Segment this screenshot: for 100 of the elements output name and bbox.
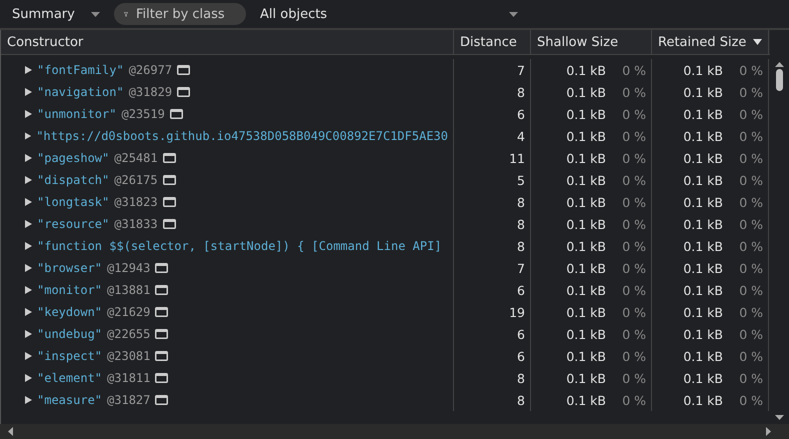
percent-cell-text: 0 % xyxy=(738,304,763,320)
expand-arrow-icon[interactable] xyxy=(25,88,32,96)
percent-cell-text: 0 % xyxy=(738,106,763,122)
column-header[interactable]: Shallow Size xyxy=(531,30,652,54)
size-cell: 0.1 kB xyxy=(683,370,723,386)
size-cell: 0.1 kB xyxy=(683,282,723,298)
percent-cell-text: 0 % xyxy=(738,194,763,210)
distance-cell: 11 xyxy=(509,150,525,166)
scroll-right-icon[interactable] xyxy=(766,427,771,436)
column-header[interactable]: Constructor xyxy=(1,30,454,54)
size-cell: 0.1 kB xyxy=(683,150,723,166)
window-icon xyxy=(170,109,183,119)
size-cell: 0.1 kB xyxy=(566,172,606,188)
object-id: @31827 xyxy=(107,393,150,407)
column-header[interactable]: Distance xyxy=(454,30,531,54)
percent-cell-text: 0 % xyxy=(738,172,763,188)
size-cell: 0.1 kB xyxy=(566,194,606,210)
expand-arrow-icon[interactable] xyxy=(25,374,32,382)
window-icon xyxy=(155,351,168,361)
percent-cell-text: 0 % xyxy=(738,370,763,386)
percent-cell-text: 0 % xyxy=(738,150,763,166)
distance-cell: 8 xyxy=(517,392,525,408)
expand-arrow-icon[interactable] xyxy=(25,110,32,118)
percent-cell-text: 0 % xyxy=(738,62,763,78)
size-cell: 0.1 kB xyxy=(566,238,606,254)
size-cell: 0.1 kB xyxy=(566,348,606,364)
distance-cell: 8 xyxy=(517,238,525,254)
horizontal-scrollbar[interactable] xyxy=(0,424,789,439)
expand-arrow-icon[interactable] xyxy=(25,154,32,162)
size-cell: 0.1 kB xyxy=(566,326,606,342)
caret-icon xyxy=(91,12,100,16)
scroll-up-icon[interactable] xyxy=(775,62,784,67)
window-icon xyxy=(162,175,176,185)
object-id: @23519 xyxy=(121,107,165,121)
view-dropdown[interactable]: Summary xyxy=(4,2,108,26)
size-cell: 0.1 kB xyxy=(683,260,723,276)
size-cell: 0.1 kB xyxy=(566,62,606,78)
percent-cell-text: 0 % xyxy=(621,326,646,342)
object-id: @23081 xyxy=(107,349,150,363)
expand-arrow-icon[interactable] xyxy=(25,396,32,404)
scroll-left-icon[interactable] xyxy=(8,427,13,436)
expand-arrow-icon[interactable] xyxy=(25,176,32,184)
column-header[interactable]: Retained Size xyxy=(652,30,769,54)
expand-arrow-icon[interactable] xyxy=(25,264,32,272)
percent-cell-text: 0 % xyxy=(621,194,646,210)
object-id: @13881 xyxy=(107,283,150,297)
percent-cell-text: 0 % xyxy=(621,128,646,144)
scroll-thumb[interactable] xyxy=(776,69,783,91)
percent-cell-text: 0 % xyxy=(738,128,763,144)
percent-cell-text: 0 % xyxy=(738,326,763,342)
window-icon xyxy=(155,329,168,339)
expand-arrow-icon[interactable] xyxy=(25,132,32,140)
expand-arrow-icon[interactable] xyxy=(25,308,32,316)
constructor-name: "longtask" xyxy=(37,195,110,209)
size-cell: 0.1 kB xyxy=(683,106,723,122)
constructor-name: "pageshow" xyxy=(37,151,110,165)
expand-arrow-icon[interactable] xyxy=(25,330,32,338)
size-cell: 0.1 kB xyxy=(566,304,606,320)
scroll-down-icon[interactable] xyxy=(775,415,784,420)
sort-icon xyxy=(753,39,762,45)
object-id: @31823 xyxy=(114,195,158,209)
size-cell: 0.1 kB xyxy=(566,84,606,100)
percent-cell-text: 0 % xyxy=(621,238,646,254)
filter-field[interactable]: Filter by class xyxy=(114,3,246,25)
constructor-name: "measure" xyxy=(37,393,102,407)
percent-cell-text: 0 % xyxy=(621,172,646,188)
window-icon xyxy=(155,373,168,383)
expand-arrow-icon[interactable] xyxy=(25,286,32,294)
distance-cell: 7 xyxy=(517,62,525,78)
object-id: @26977 xyxy=(128,63,172,77)
percent-cell-text: 0 % xyxy=(738,282,763,298)
scope-dropdown[interactable]: All objects xyxy=(252,2,522,26)
size-cell: 0.1 kB xyxy=(566,370,606,386)
constructor-name: "function $$(selector, [startNode]) { [Command Line API] xyxy=(37,239,442,253)
constructor-name: "monitor" xyxy=(37,283,102,297)
constructor-name: "keydown" xyxy=(37,305,102,319)
window-icon xyxy=(155,285,168,295)
expand-arrow-icon[interactable] xyxy=(25,220,32,228)
distance-cell: 6 xyxy=(517,282,525,298)
distance-cell: 7 xyxy=(517,260,525,276)
object-id: @12943 xyxy=(107,261,150,275)
expand-arrow-icon[interactable] xyxy=(25,242,32,250)
size-cell: 0.1 kB xyxy=(566,128,606,144)
expand-arrow-icon[interactable] xyxy=(25,198,32,206)
constructor-name: "undebug" xyxy=(37,327,102,341)
size-cell: 0.1 kB xyxy=(683,348,723,364)
size-cell: 0.1 kB xyxy=(683,304,723,320)
percent-cell-text: 0 % xyxy=(621,392,646,408)
distance-cell: 6 xyxy=(517,106,525,122)
expand-arrow-icon[interactable] xyxy=(25,352,32,360)
percent-cell-text: 0 % xyxy=(621,84,646,100)
expand-arrow-icon[interactable] xyxy=(25,66,32,74)
window-icon xyxy=(162,197,176,207)
percent-cell-text: 0 % xyxy=(738,238,763,254)
window-icon xyxy=(162,219,176,229)
percent-cell-text: 0 % xyxy=(621,216,646,232)
percent-cell-text: 0 % xyxy=(738,392,763,408)
distance-cell: 4 xyxy=(517,128,525,144)
percent-cell-text: 0 % xyxy=(621,304,646,320)
size-cell: 0.1 kB xyxy=(566,150,606,166)
